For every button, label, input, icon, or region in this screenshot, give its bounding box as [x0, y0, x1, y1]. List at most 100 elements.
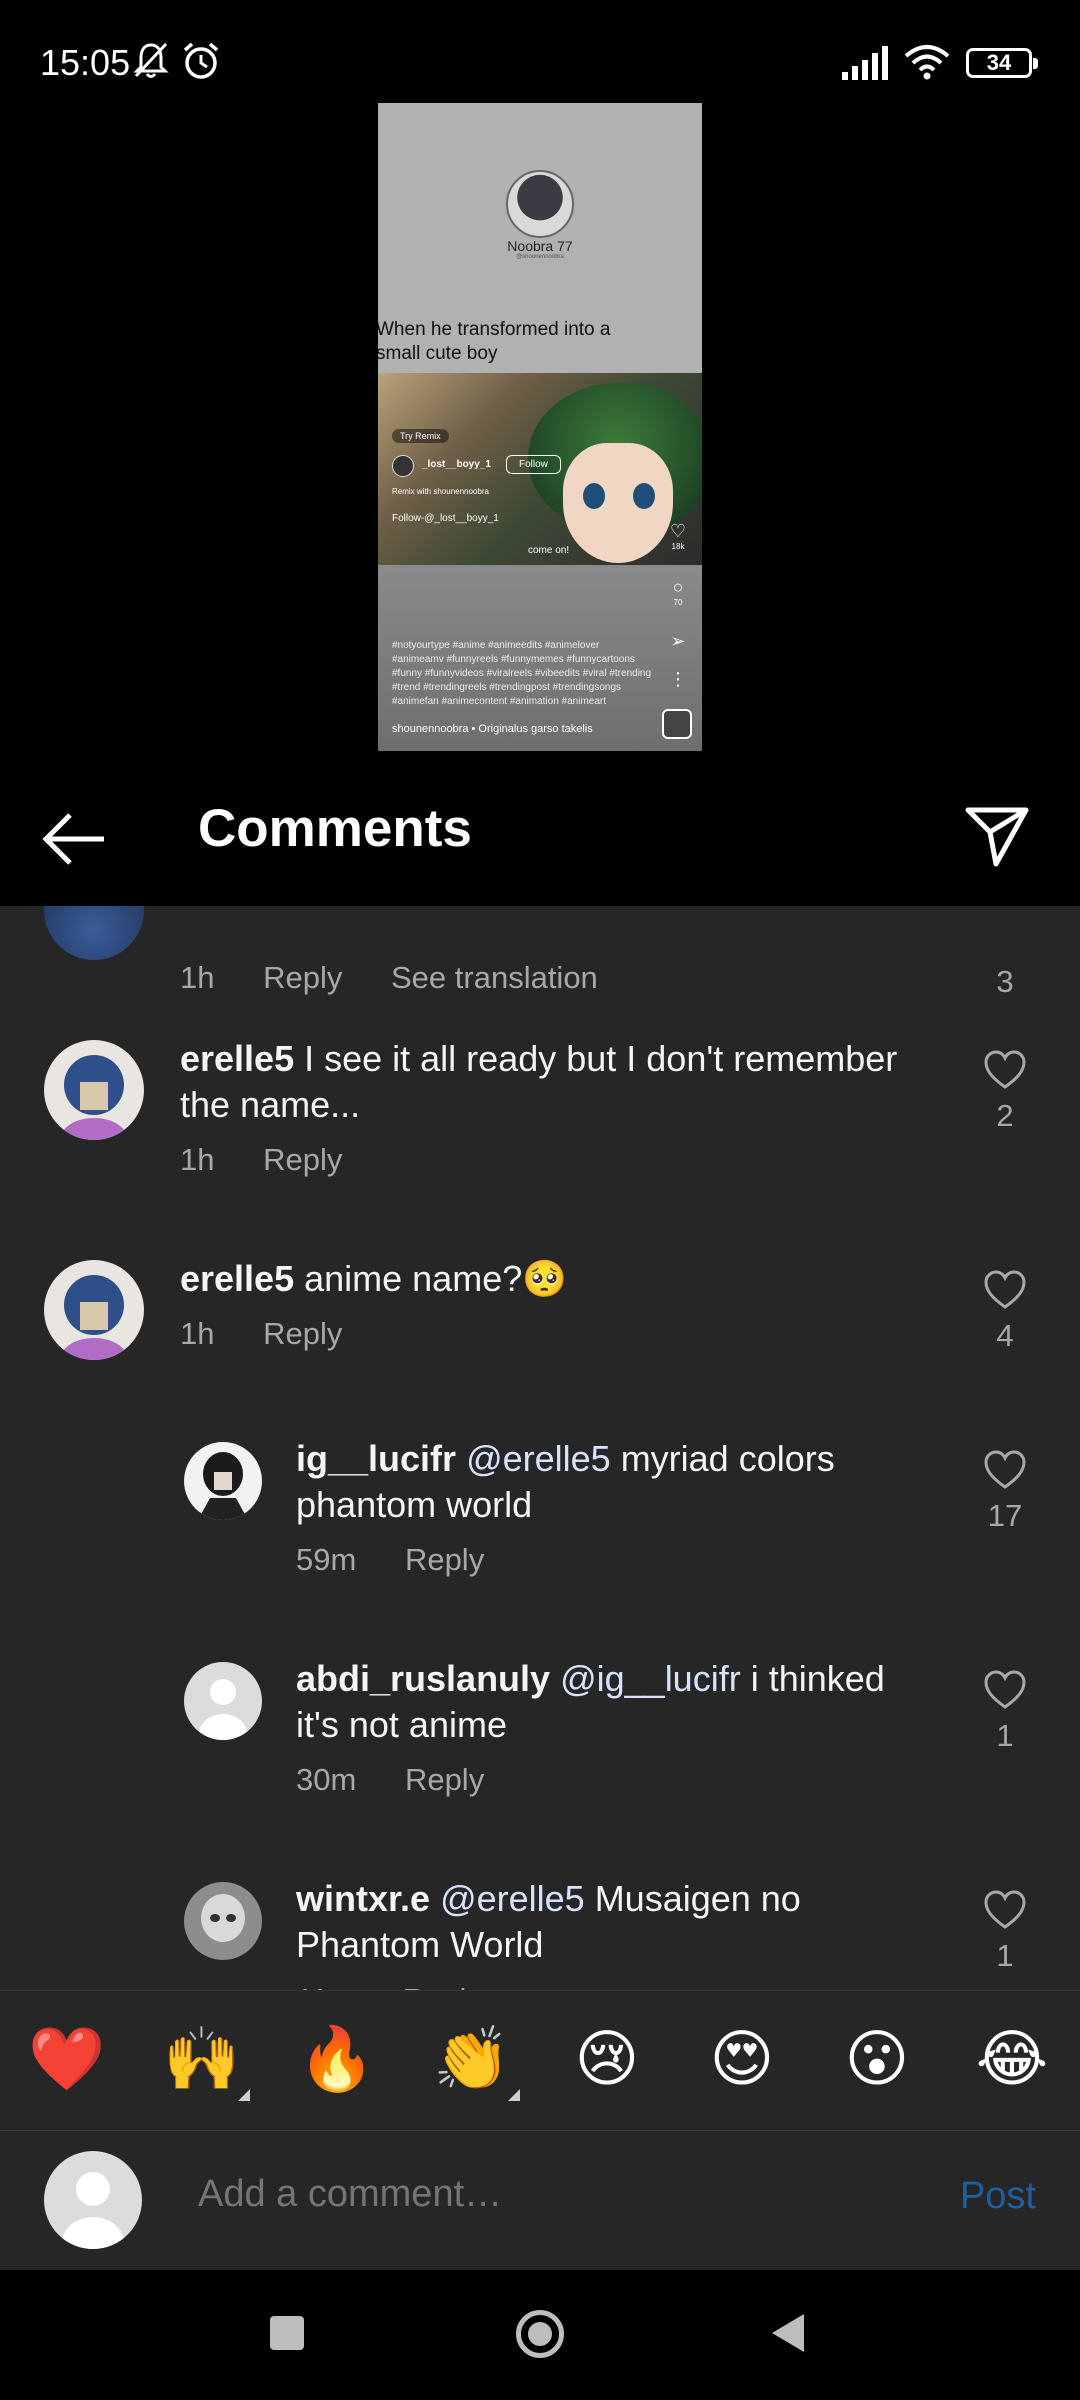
follow-note: Follow-@_lost__boyy_1: [392, 513, 499, 524]
heart-icon: [984, 1670, 1026, 1709]
comment-input[interactable]: [198, 2173, 898, 2216]
video-comments: ○ 70: [664, 577, 692, 607]
see-translation-button[interactable]: See translation: [391, 960, 598, 995]
video-comment-count: 70: [673, 598, 683, 607]
video-more-icon: ⋮: [669, 669, 687, 689]
video-hashtags: #notyourtype #anime #animeedits #animelo…: [392, 640, 652, 707]
comment-meta: 1h Reply: [180, 1316, 382, 1352]
comments-header: Comments: [0, 770, 1080, 906]
emoji-crying[interactable]: 😢: [562, 2019, 652, 2099]
comment-list[interactable]: 1h Reply See translation 3 erelle5 I see…: [0, 906, 1080, 1990]
like-button[interactable]: 4: [970, 1270, 1040, 1354]
remix-username: _lost__boyy_1: [422, 459, 491, 470]
remix-with: Remix with shounennoobra: [392, 487, 489, 496]
audio-thumbnail: [662, 709, 692, 739]
emoji-heart-eyes[interactable]: 😍: [697, 2019, 787, 2099]
emoji-laughing[interactable]: 😂: [967, 2019, 1057, 2099]
emoji-fire[interactable]: 🔥: [292, 2019, 382, 2099]
user-avatar[interactable]: [184, 1882, 262, 1960]
post-button[interactable]: Post: [960, 2175, 1036, 2218]
video-frame: Try Remix _lost__boyy_1 Follow Remix wit…: [378, 373, 702, 565]
author-handle: @shounennoobra: [516, 254, 564, 260]
comment-body: anime name?🥺: [294, 1258, 568, 1299]
video-caption: When he transformed into a small cute bo…: [378, 319, 611, 364]
page-title: Comments: [198, 799, 472, 858]
like-button[interactable]: 1: [970, 1890, 1040, 1974]
comment-time: 1h: [180, 1142, 215, 1177]
comment-username[interactable]: erelle5: [180, 1258, 294, 1299]
comment-username[interactable]: abdi_ruslanuly: [296, 1658, 550, 1699]
video-comment-icon: ○: [672, 577, 684, 597]
like-count: 4: [996, 1318, 1014, 1353]
like-count: 1: [996, 1938, 1014, 1973]
comment-text: ig__lucifr @erelle5 myriad colors phanto…: [296, 1436, 916, 1528]
comment-text: wintxr.e @erelle5 Musaigen no Phantom Wo…: [296, 1876, 916, 1968]
author-name: Noobra 77: [507, 238, 573, 254]
heart-icon: [984, 1890, 1026, 1929]
like-button[interactable]: 2: [970, 1050, 1040, 1134]
like-button[interactable]: 1: [970, 1670, 1040, 1754]
emoji-heart[interactable]: ❤️: [22, 2019, 112, 2099]
back-arrow-icon[interactable]: [40, 804, 110, 874]
comment-text: erelle5 I see it all ready but I don't r…: [180, 1036, 910, 1128]
status-time: 15:05: [40, 42, 131, 83]
comment-mention[interactable]: @ig__lucifr: [550, 1658, 741, 1699]
comment-mention[interactable]: @erelle5: [456, 1438, 611, 1479]
heart-icon: [984, 1450, 1026, 1489]
like-count: 2: [996, 1098, 1014, 1133]
emoji-raised-hands[interactable]: 🙌: [157, 2019, 247, 2099]
skin-tone-indicator: [508, 2089, 520, 2101]
emoji-quick-reactions: ❤️ 🙌 🔥 👏 😢 😍 😮 😂: [0, 1990, 1080, 2130]
back-button[interactable]: [772, 2314, 804, 2352]
muted-bell-icon: [133, 42, 169, 78]
alarm-icon: [183, 42, 219, 79]
current-user-avatar: [44, 2151, 142, 2249]
reply-button[interactable]: Reply: [403, 1982, 482, 1990]
reply-button[interactable]: Reply: [263, 960, 342, 995]
comment-username[interactable]: erelle5: [180, 1038, 294, 1079]
emoji-clap[interactable]: 👏: [427, 2019, 517, 2099]
remix-user-avatar: [392, 455, 414, 477]
heart-icon: [984, 1050, 1026, 1089]
like-count: 17: [987, 1498, 1023, 1533]
wifi-icon: [904, 45, 950, 80]
comment-meta: 1h Reply: [180, 1142, 382, 1178]
like-count: 3: [996, 964, 1014, 999]
user-avatar[interactable]: [184, 1442, 262, 1520]
user-avatar[interactable]: [184, 1662, 262, 1740]
comment-time: 1h: [180, 960, 215, 995]
comment-meta: 30m Reply: [296, 1762, 524, 1798]
user-avatar[interactable]: [44, 906, 144, 960]
reply-button[interactable]: Reply: [405, 1542, 484, 1577]
reply-button[interactable]: Reply: [405, 1762, 484, 1797]
user-avatar[interactable]: [44, 1040, 144, 1140]
comment-time: 59m: [296, 1542, 357, 1577]
come-on-text: come on!: [528, 545, 570, 556]
video-share-icon: ➢: [670, 631, 686, 651]
reply-button[interactable]: Reply: [263, 1142, 342, 1177]
home-button[interactable]: [516, 2310, 564, 2358]
comment-mention[interactable]: @erelle5: [430, 1878, 585, 1919]
heart-icon: [984, 1270, 1026, 1309]
video-like-count: 18k: [671, 542, 685, 551]
reply-button[interactable]: Reply: [263, 1316, 342, 1351]
like-button[interactable]: 3: [970, 956, 1040, 1000]
video-heart-icon: ♡: [669, 521, 687, 541]
comment-time: 1h: [180, 1316, 215, 1351]
battery-indicator: 34: [966, 48, 1038, 78]
like-button[interactable]: 17: [970, 1450, 1040, 1534]
author-avatar: [506, 170, 574, 238]
comment-text: abdi_ruslanuly @ig__lucifr i thinked it'…: [296, 1656, 916, 1748]
user-avatar[interactable]: [44, 1260, 144, 1360]
comment-meta: 1h Reply See translation: [180, 960, 638, 996]
comment-username[interactable]: wintxr.e: [296, 1878, 430, 1919]
share-icon[interactable]: [962, 800, 1032, 870]
signal-icon: [842, 46, 888, 80]
comment-time: 30m: [296, 1762, 357, 1797]
recent-apps-button[interactable]: [270, 2316, 304, 2350]
emoji-surprised[interactable]: 😮: [832, 2019, 922, 2099]
reel-preview[interactable]: Noobra 77 @shounennoobra When he transfo…: [378, 103, 702, 751]
comment-username[interactable]: ig__lucifr: [296, 1438, 456, 1479]
like-count: 1: [996, 1718, 1014, 1753]
comment-meta: 59m Reply: [296, 1542, 524, 1578]
